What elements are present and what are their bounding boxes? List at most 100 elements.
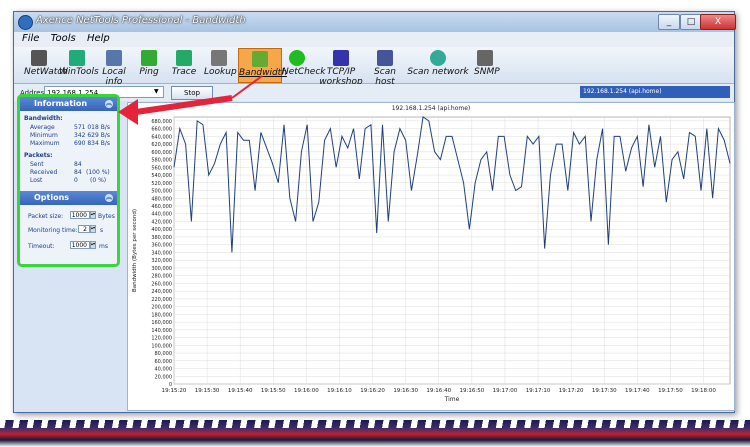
bandwidth-icon bbox=[252, 51, 268, 67]
monitoring-time-unit: s bbox=[100, 227, 104, 234]
chevron-down-icon[interactable]: ▼ bbox=[154, 88, 162, 96]
tool-label: SNMP bbox=[474, 67, 500, 77]
chart-svg: 020,00040,00060,00080,000100,000120,0001… bbox=[132, 116, 731, 403]
bandwidth-chart: 192.168.1.254 (api.home) 0 20,000 40,000 60… bbox=[127, 102, 735, 411]
tool-netcheck[interactable]: NetCheck bbox=[282, 48, 325, 81]
tool-trace[interactable]: Trace bbox=[169, 48, 199, 81]
x-tick-label: 19:16:10 bbox=[327, 388, 352, 394]
menu-file[interactable]: File bbox=[22, 33, 39, 44]
y-tick-label: 520,000 bbox=[151, 181, 172, 187]
host-display: 192.168.1.254 (api.home) bbox=[580, 86, 730, 98]
packet-size-stepper[interactable]: ▴▾ bbox=[90, 211, 96, 219]
menu-tools[interactable]: Tools bbox=[51, 33, 76, 44]
lost-label: Lost bbox=[30, 177, 43, 184]
plot-area bbox=[173, 116, 731, 385]
stop-button[interactable]: Stop bbox=[171, 86, 213, 100]
timeout-stepper[interactable]: ▴▾ bbox=[90, 241, 96, 249]
tool-scan-network[interactable]: Scan network bbox=[407, 48, 469, 81]
received-value: 84 bbox=[74, 169, 82, 176]
y-tick-label: 560,000 bbox=[151, 165, 172, 171]
y-tick-label: 660,000 bbox=[151, 127, 172, 133]
x-tick-label: 19:17:00 bbox=[493, 388, 518, 394]
x-tick-label: 19:17:50 bbox=[658, 388, 683, 394]
tool-wintools[interactable]: WinTools bbox=[59, 48, 99, 81]
tool-label: Lookup bbox=[204, 67, 237, 77]
y-tick-label: 680,000 bbox=[151, 119, 172, 125]
x-tick-label: 19:17:40 bbox=[625, 388, 650, 394]
y-tick-label: 140,000 bbox=[151, 328, 172, 334]
x-axis-label: Time bbox=[444, 396, 460, 403]
packet-size-input[interactable]: 1000 bbox=[70, 211, 90, 219]
options-header[interactable]: Options ︽ bbox=[20, 191, 117, 205]
netwatch-icon bbox=[31, 50, 47, 66]
title-bar: Axence NetTools Professional - Bandwidth… bbox=[14, 12, 736, 33]
information-header[interactable]: Information ︽ bbox=[20, 97, 117, 111]
timeout-label: Timeout: bbox=[28, 243, 55, 250]
minimize-button[interactable]: _ bbox=[658, 14, 680, 30]
tool-local-info[interactable]: Local info bbox=[96, 48, 132, 87]
collapse-icon[interactable]: ︽ bbox=[105, 100, 113, 108]
tool-label: Scan network bbox=[407, 67, 469, 77]
y-tick-label: 180,000 bbox=[151, 312, 172, 318]
maximize-button[interactable]: □ bbox=[680, 14, 702, 30]
netcheck-icon bbox=[289, 50, 305, 66]
information-title: Information bbox=[34, 99, 88, 108]
average-value: 571 018 B/s bbox=[74, 124, 110, 131]
lost-pct: (0 %) bbox=[90, 177, 107, 184]
menu-help[interactable]: Help bbox=[87, 33, 110, 44]
tool-lookup[interactable]: Lookup bbox=[204, 48, 237, 81]
options-title: Options bbox=[34, 193, 70, 202]
tool-label: Ping bbox=[139, 67, 159, 77]
timeout-input[interactable]: 1000 bbox=[70, 241, 90, 249]
y-tick-label: 640,000 bbox=[151, 134, 172, 140]
tcpip-icon bbox=[333, 50, 349, 66]
close-button[interactable]: X bbox=[700, 14, 736, 30]
x-tick-label: 19:17:20 bbox=[559, 388, 584, 394]
packet-size-unit: Bytes bbox=[98, 213, 115, 220]
y-tick-label: 600,000 bbox=[151, 150, 172, 156]
monitoring-time-label: Monitoring time: bbox=[28, 227, 78, 234]
x-tick-label: 19:15:40 bbox=[228, 388, 253, 394]
y-tick-label: 240,000 bbox=[151, 289, 172, 295]
y-tick-label: 380,000 bbox=[151, 235, 172, 241]
bandwidth-label: Bandwidth: bbox=[24, 115, 63, 122]
x-tick-label: 19:16:00 bbox=[294, 388, 319, 394]
y-tick-label: 40,000 bbox=[155, 367, 173, 373]
collapse-icon[interactable]: ︽ bbox=[105, 194, 113, 202]
x-tick-label: 19:15:50 bbox=[261, 388, 286, 394]
y-tick-label: 460,000 bbox=[151, 204, 172, 210]
maximum-value: 690 834 B/s bbox=[74, 140, 110, 147]
tool-scan-host[interactable]: Scan host bbox=[366, 48, 404, 87]
received-pct: (100 %) bbox=[86, 169, 110, 176]
y-tick-label: 120,000 bbox=[151, 336, 172, 342]
tool-snmp[interactable]: SNMP bbox=[474, 48, 500, 81]
y-tick-label: 20,000 bbox=[155, 374, 173, 380]
x-tick-label: 19:16:30 bbox=[393, 388, 418, 394]
x-tick-label: 19:16:40 bbox=[426, 388, 451, 394]
timeout-unit: ms bbox=[99, 243, 108, 250]
average-label: Average bbox=[30, 124, 55, 131]
y-tick-label: 320,000 bbox=[151, 258, 172, 264]
sent-label: Sent bbox=[30, 161, 44, 168]
tool-tcp-ip-workshop[interactable]: TCP/IP workshop bbox=[317, 48, 365, 87]
y-tick-label: 620,000 bbox=[151, 142, 172, 148]
y-tick-label: 360,000 bbox=[151, 243, 172, 249]
snmp-icon bbox=[477, 50, 493, 66]
y-tick-label: 260,000 bbox=[151, 281, 172, 287]
tool-label: Trace bbox=[171, 67, 197, 77]
tool-bandwidth[interactable]: Bandwidth bbox=[238, 48, 287, 83]
monitoring-time-stepper[interactable]: ▴▾ bbox=[90, 225, 96, 233]
chart-title: 192.168.1.254 (api.home) bbox=[391, 105, 471, 112]
x-tick-label: 19:16:20 bbox=[360, 388, 385, 394]
packet-size-label: Packet size: bbox=[28, 213, 64, 220]
toolbar: NetWatch WinTools Local info Ping Trace Looku… bbox=[14, 47, 734, 87]
y-tick-label: 220,000 bbox=[151, 297, 172, 303]
scannetwork-icon bbox=[430, 50, 446, 66]
x-tick-label: 19:17:30 bbox=[592, 388, 617, 394]
tool-label: Bandwidth bbox=[239, 68, 287, 78]
tool-ping[interactable]: Ping bbox=[134, 48, 164, 81]
y-tick-label: 440,000 bbox=[151, 212, 172, 218]
y-tick-label: 580,000 bbox=[151, 158, 172, 164]
tool-netwatch[interactable]: NetWatch bbox=[24, 48, 68, 81]
monitoring-time-input[interactable]: 2 bbox=[78, 225, 90, 233]
